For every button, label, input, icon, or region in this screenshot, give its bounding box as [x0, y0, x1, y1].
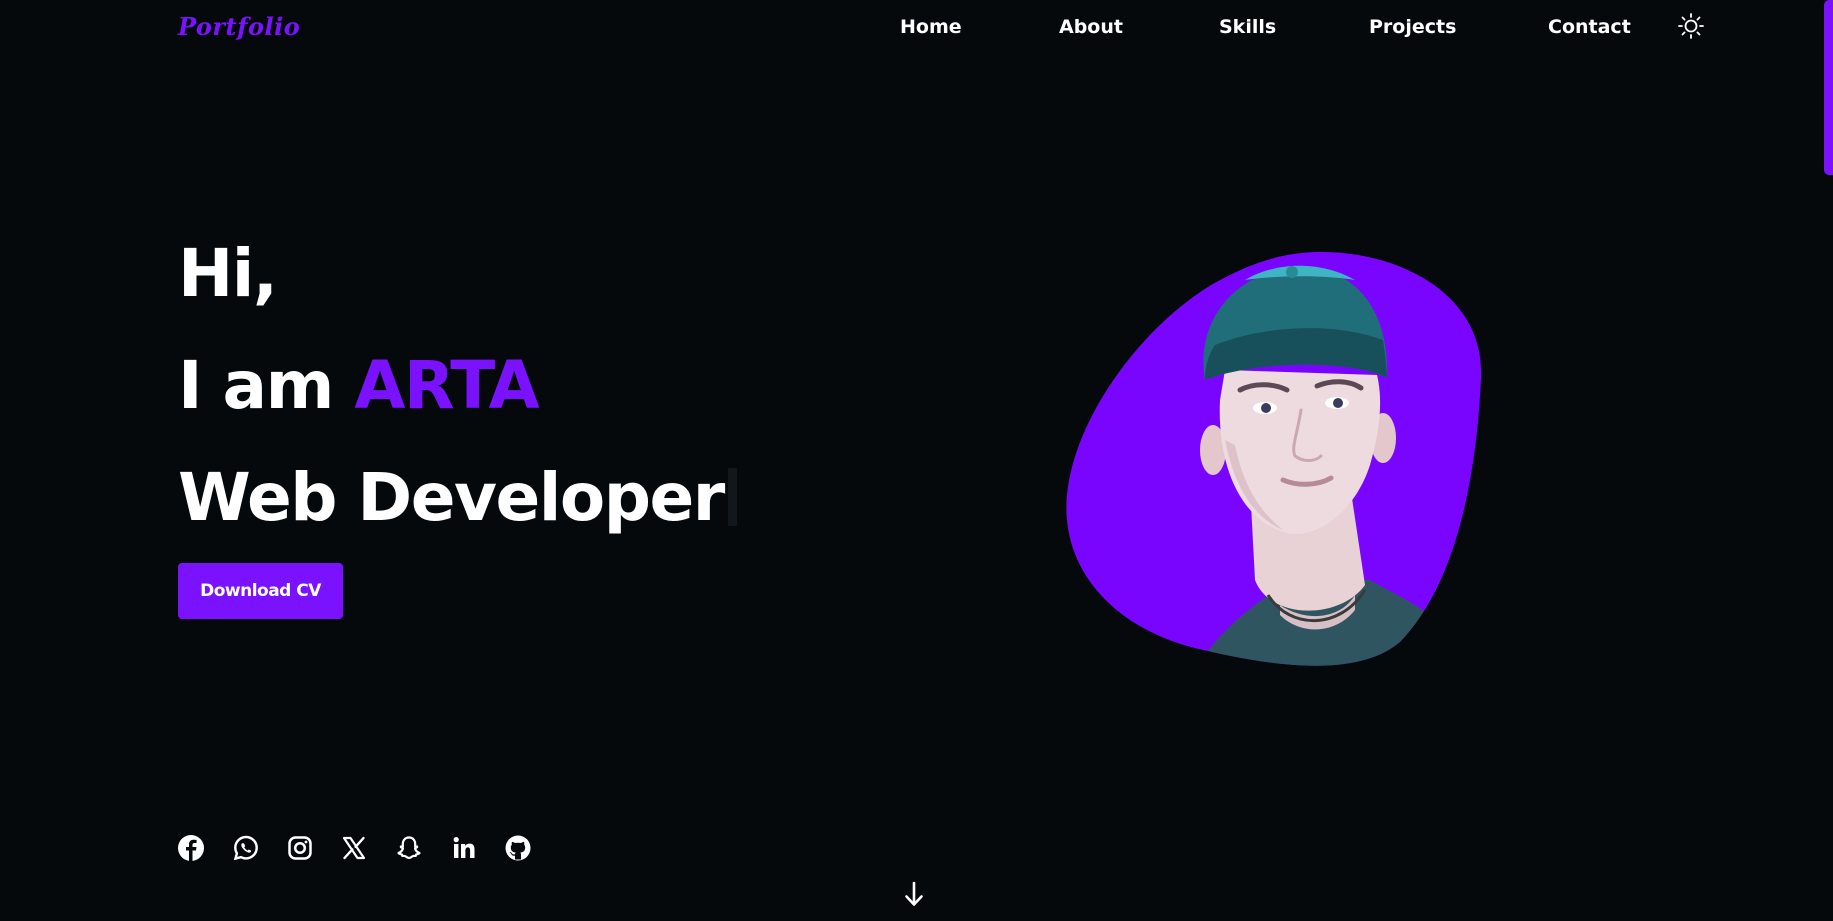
facebook-icon[interactable] — [177, 834, 205, 862]
snapchat-icon[interactable] — [395, 834, 423, 862]
nav-link-home[interactable]: Home — [900, 16, 962, 38]
whatsapp-icon[interactable] — [232, 834, 260, 862]
nav-link-contact[interactable]: Contact — [1548, 16, 1631, 38]
typing-cursor — [727, 468, 737, 526]
download-cv-button[interactable]: Download CV — [178, 563, 343, 619]
hero-text: Hi, I am ARTA Web Developer — [178, 218, 737, 554]
github-icon[interactable] — [504, 834, 532, 862]
nav-link-about[interactable]: About — [1059, 16, 1123, 38]
scroll-down-button[interactable] — [901, 879, 927, 909]
scrollbar-thumb[interactable] — [1824, 0, 1833, 175]
hero-name: ARTA — [354, 347, 539, 424]
linkedin-icon[interactable] — [450, 834, 478, 862]
hero-intro: I am ARTA — [178, 330, 737, 442]
profile-portrait — [1066, 251, 1482, 666]
hero-role-line: Web Developer — [178, 442, 737, 554]
nav-link-skills[interactable]: Skills — [1219, 16, 1276, 38]
hero-intro-prefix: I am — [178, 347, 334, 424]
hero-role: Web Developer — [178, 459, 725, 536]
instagram-icon[interactable] — [286, 834, 314, 862]
sun-icon — [1678, 13, 1704, 39]
x-twitter-icon[interactable] — [340, 834, 368, 862]
hero-greeting: Hi, — [178, 235, 278, 312]
nav-links: Home About Skills Projects Contact — [0, 16, 1833, 44]
nav-link-projects[interactable]: Projects — [1369, 16, 1456, 38]
theme-toggle-button[interactable] — [1677, 12, 1705, 40]
arrow-down-icon — [905, 881, 923, 906]
navbar: Portfolio Home About Skills Projects Con… — [0, 0, 1833, 58]
